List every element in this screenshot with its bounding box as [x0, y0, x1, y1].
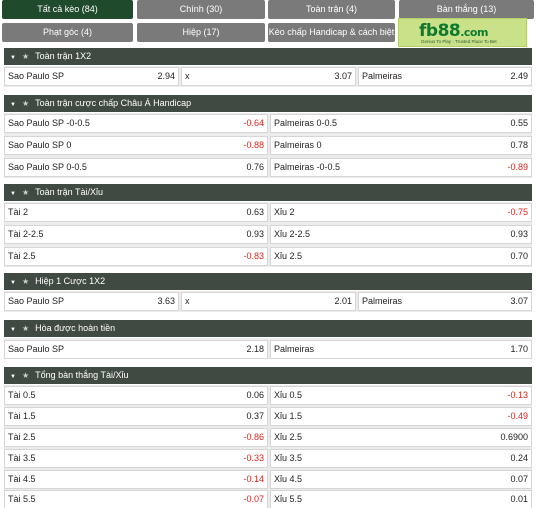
- odds-home[interactable]: Sao Paulo SP 2.94: [4, 67, 179, 86]
- section-header-first-half-1x2[interactable]: ▼ ★ Hiệp 1 Cược 1X2: [4, 273, 532, 290]
- tab-main[interactable]: Chính (30): [137, 0, 265, 19]
- star-icon[interactable]: ★: [22, 52, 29, 61]
- odds-under[interactable]: Xỉu 0.5 -0.13: [270, 386, 532, 405]
- odds-under[interactable]: Xỉu 5.5 0.01: [270, 490, 532, 508]
- odds-away[interactable]: Palmeiras 3.07: [358, 292, 532, 311]
- odds-handicap-away[interactable]: Palmeiras -0-0.5 -0.89: [270, 158, 532, 177]
- star-icon[interactable]: ★: [22, 188, 29, 197]
- tab-goals[interactable]: Bàn thắng (13): [399, 0, 534, 19]
- section-title: Hòa được hoàn tiền: [35, 323, 116, 333]
- odds-draw[interactable]: x 3.07: [181, 67, 356, 86]
- odds-over[interactable]: Tài 2.5 -0.83: [4, 247, 268, 266]
- collapse-caret-icon[interactable]: ▼: [10, 102, 16, 108]
- section-header-over-under[interactable]: ▼ ★ Toàn trận Tài/Xỉu: [4, 184, 532, 201]
- section-header-draw-no-bet[interactable]: ▼ ★ Hòa được hoàn tiền: [4, 320, 532, 337]
- collapse-caret-icon[interactable]: ▼: [10, 280, 16, 286]
- section-title: Toàn trận 1X2: [35, 51, 92, 61]
- brand-logo: fb88.com Genius To Play · Trusted Place …: [398, 18, 527, 47]
- odds-under[interactable]: Xỉu 1.5 -0.49: [270, 407, 532, 426]
- star-icon[interactable]: ★: [22, 277, 29, 286]
- tab-full-match[interactable]: Toàn trận (4): [268, 0, 395, 19]
- odds-under[interactable]: Xỉu 2 -0.75: [270, 203, 532, 222]
- tab-handicap[interactable]: Kèo chấp Handicap & cách biệt (3): [268, 23, 395, 56]
- section-header-1x2[interactable]: ▼ ★ Toàn trận 1X2: [4, 48, 532, 65]
- odds-handicap-away[interactable]: Palmeiras 0-0.5 0.55: [270, 114, 532, 133]
- odds-under[interactable]: Xỉu 4.5 0.07: [270, 470, 532, 489]
- odds-handicap-home[interactable]: Sao Paulo SP -0-0.5 -0.64: [4, 114, 268, 133]
- logo-wordmark: fb88.com: [419, 21, 488, 41]
- odds-handicap-home[interactable]: Sao Paulo SP 0 -0.88: [4, 136, 268, 155]
- odds-under[interactable]: Xỉu 2-2.5 0.93: [270, 225, 532, 244]
- section-header-handicap[interactable]: ▼ ★ Toàn trận cược chấp Châu Á Handicap: [4, 95, 532, 112]
- odds-under[interactable]: Xỉu 2.5 0.70: [270, 247, 532, 266]
- odds-over[interactable]: Tài 2 0.63: [4, 203, 268, 222]
- collapse-caret-icon[interactable]: ▼: [10, 55, 16, 61]
- star-icon[interactable]: ★: [22, 324, 29, 333]
- odds-home[interactable]: Sao Paulo SP 3.63: [4, 292, 179, 311]
- odds-under[interactable]: Xỉu 3.5 0.24: [270, 449, 532, 468]
- section-title: Tổng bàn thắng Tài/Xỉu: [35, 370, 129, 380]
- star-icon[interactable]: ★: [22, 99, 29, 108]
- odds-over[interactable]: Tài 2.5 -0.86: [4, 428, 268, 447]
- section-title: Toàn trận cược chấp Châu Á Handicap: [35, 98, 192, 108]
- section-header-total-goals[interactable]: ▼ ★ Tổng bàn thắng Tài/Xỉu: [4, 367, 532, 384]
- logo-tagline: Genius To Play · Trusted Place To Bet: [421, 39, 497, 44]
- collapse-caret-icon[interactable]: ▼: [10, 374, 16, 380]
- odds-over[interactable]: Tài 2-2.5 0.93: [4, 225, 268, 244]
- odds-handicap-home[interactable]: Sao Paulo SP 0-0.5 0.76: [4, 158, 268, 177]
- odds-away[interactable]: Palmeiras 1.70: [270, 340, 532, 359]
- tab-half[interactable]: Hiệp (17): [137, 23, 265, 42]
- odds-over[interactable]: Tài 5.5 -0.07: [4, 490, 268, 508]
- odds-under[interactable]: Xỉu 2.5 0.6900: [270, 428, 532, 447]
- odds-home[interactable]: Sao Paulo SP 2.18: [4, 340, 268, 359]
- star-icon[interactable]: ★: [22, 371, 29, 380]
- odds-over[interactable]: Tài 3.5 -0.33: [4, 449, 268, 468]
- tab-corners[interactable]: Phạt góc (4): [2, 23, 133, 42]
- odds-draw[interactable]: x 2.01: [181, 292, 356, 311]
- collapse-caret-icon[interactable]: ▼: [10, 191, 16, 197]
- odds-away[interactable]: Palmeiras 2.49: [358, 67, 532, 86]
- collapse-caret-icon[interactable]: ▼: [10, 327, 16, 333]
- odds-over[interactable]: Tài 1.5 0.37: [4, 407, 268, 426]
- odds-over[interactable]: Tài 4.5 -0.14: [4, 470, 268, 489]
- section-title: Toàn trận Tài/Xỉu: [35, 187, 103, 197]
- odds-handicap-away[interactable]: Palmeiras 0 0.78: [270, 136, 532, 155]
- tab-all[interactable]: Tất cả kèo (84): [2, 0, 133, 19]
- odds-over[interactable]: Tài 0.5 0.06: [4, 386, 268, 405]
- section-title: Hiệp 1 Cược 1X2: [35, 276, 106, 286]
